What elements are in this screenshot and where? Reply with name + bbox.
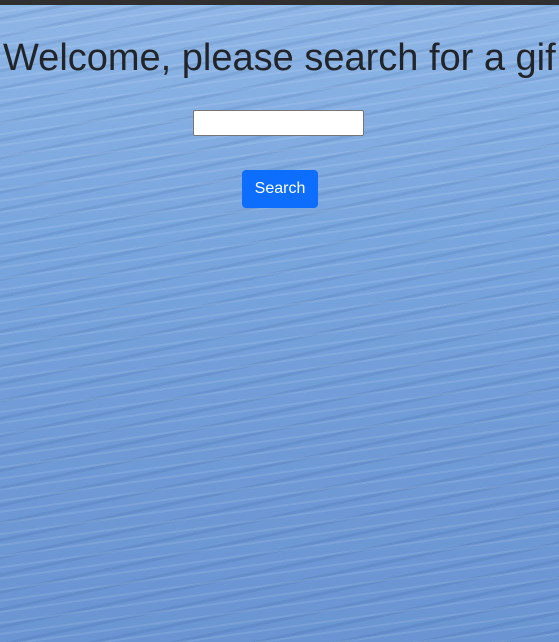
- search-input[interactable]: [193, 110, 364, 136]
- page-title: Welcome, please search for a gif: [3, 37, 556, 79]
- search-page: Welcome, please search for a gif Search: [0, 5, 559, 642]
- search-button[interactable]: Search: [242, 170, 318, 208]
